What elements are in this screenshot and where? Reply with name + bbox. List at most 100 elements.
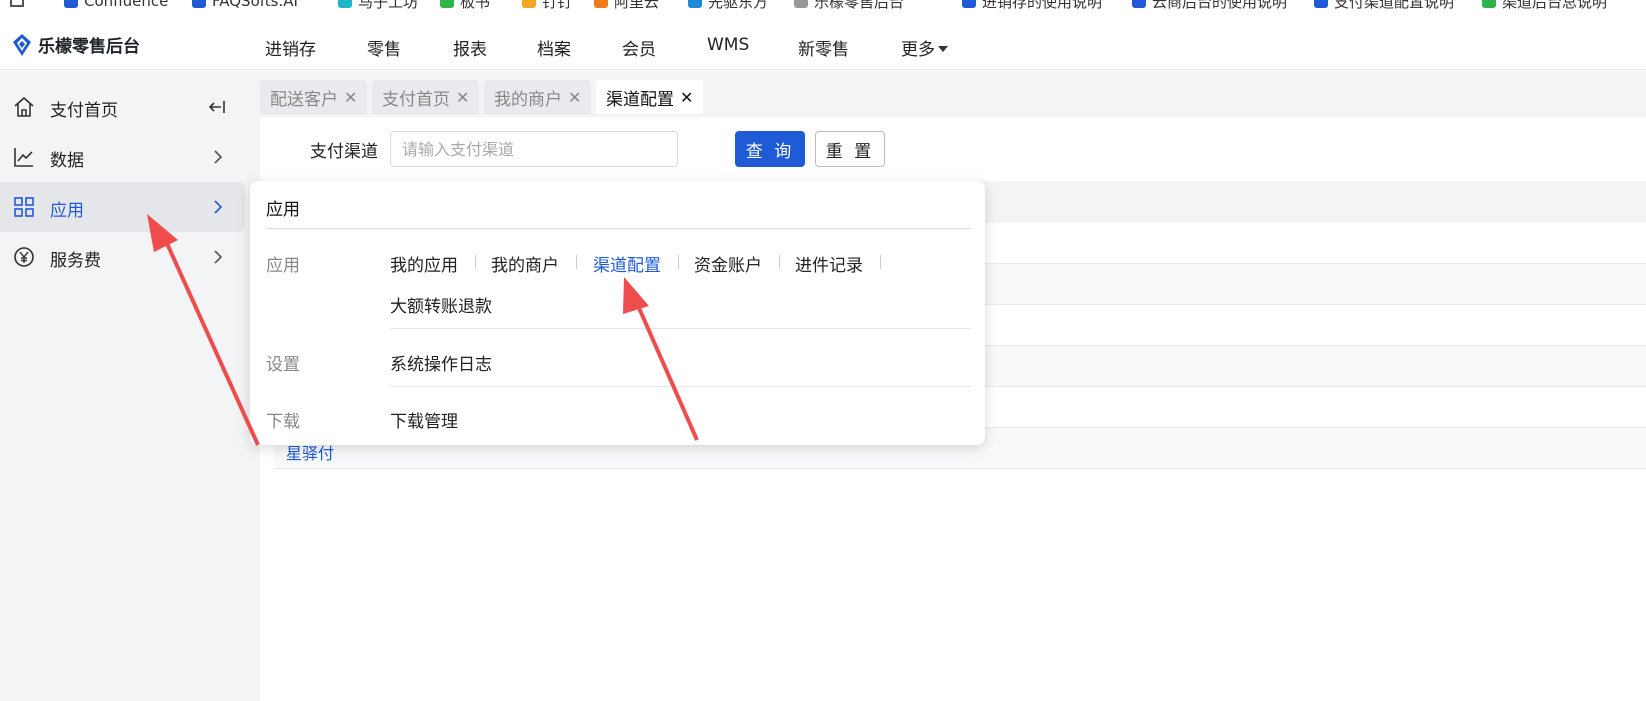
nav-item-members[interactable]: 会员 [622, 35, 656, 60]
nav-item-wms[interactable]: WMS [707, 35, 749, 55]
bookmark-label: 支付渠道配置说明 [1334, 0, 1455, 11]
bookmark-label: 进销存的使用说明 [982, 0, 1103, 11]
search-button[interactable]: 查 询 [735, 131, 805, 167]
caret-down-icon [938, 46, 948, 52]
flyout-divider [266, 228, 971, 229]
bookmark-label: 阿里云 [614, 0, 660, 11]
nav-item-retail[interactable]: 零售 [367, 35, 401, 60]
nav-item-more[interactable]: 更多 [901, 35, 948, 60]
bookmark-favicon-icon [794, 0, 808, 8]
menu-item-onboarding-records[interactable]: 进件记录 [795, 251, 863, 276]
bookmark-favicon-icon [688, 0, 702, 8]
bookmark-item[interactable]: 进销存的使用说明 [962, 0, 1102, 11]
bookmark-label: 乐檬零售后台 [814, 0, 905, 11]
bookmark-label: 先驱东方 [708, 0, 769, 11]
sidebar: 支付首页 数据 应用 服务费 [0, 71, 260, 701]
apps-flyout-menu: 应用 应用 我的应用 我的商户 渠道配置 资金账户 进件记录 大额转账退款 设置… [250, 181, 985, 445]
menu-item-download-manager[interactable]: 下载管理 [390, 407, 458, 432]
nav-item-new-retail[interactable]: 新零售 [798, 35, 849, 60]
close-icon[interactable]: ✕ [680, 88, 693, 107]
logo-icon [13, 33, 31, 56]
tab-label: 配送客户 [270, 89, 338, 110]
home-icon [14, 96, 34, 117]
bookmark-item[interactable]: 先驱东方 [688, 0, 768, 11]
flyout-section-download: 下载 [266, 412, 300, 432]
apps-grid-icon[interactable] [10, 0, 24, 7]
bookmark-favicon-icon [64, 0, 78, 8]
sidebar-item-data[interactable]: 数据 [0, 132, 245, 182]
close-icon[interactable]: ✕ [568, 88, 581, 107]
bookmark-item[interactable]: 阿里云 [594, 0, 659, 11]
menu-item-fund-accounts[interactable]: 资金账户 [694, 251, 762, 276]
bookmark-label: 钉钉 [542, 0, 573, 11]
flyout-title: 应用 [266, 200, 300, 220]
sidebar-item-label: 应用 [50, 201, 84, 221]
logo-text: 乐檬零售后台 [38, 37, 140, 57]
menu-item-system-log[interactable]: 系统操作日志 [390, 350, 492, 375]
flyout-section-divider [390, 328, 971, 329]
tab-my-merchants[interactable]: 我的商户 ✕ [484, 80, 592, 114]
chevron-right-icon [214, 200, 223, 214]
payment-channel-input[interactable] [390, 131, 678, 167]
reset-button[interactable]: 重 置 [815, 131, 885, 167]
menu-separator [576, 255, 577, 269]
bookmark-label: 云商后台的使用说明 [1152, 0, 1288, 11]
tab-pay-home[interactable]: 支付首页 ✕ [372, 80, 480, 114]
bookmark-label: 渠道后台总说明 [1502, 0, 1608, 11]
bookmark-label: FAQSofts.AI [212, 0, 298, 10]
tab-label: 我的商户 [494, 89, 562, 110]
chevron-right-icon [214, 150, 223, 164]
bookmark-label: 马子工坊 [358, 0, 419, 11]
tab-label: 渠道配置 [606, 89, 674, 110]
bookmark-favicon-icon [594, 0, 608, 8]
bookmark-item[interactable]: 云商后台的使用说明 [1132, 0, 1287, 11]
menu-item-channel-config[interactable]: 渠道配置 [593, 251, 661, 276]
yen-icon [14, 247, 34, 267]
bookmark-item[interactable]: FAQSofts.AI [192, 0, 298, 11]
close-icon[interactable]: ✕ [344, 88, 357, 107]
bookmark-item[interactable]: 板书 [440, 0, 490, 11]
top-navigation: 乐檬零售后台 进销存 零售 报表 档案 会员 WMS 新零售 更多 [0, 20, 1646, 70]
bookmark-item[interactable]: 乐檬零售后台 [794, 0, 904, 11]
tab-channel-config[interactable]: 渠道配置 ✕ [596, 80, 704, 114]
bookmark-item[interactable]: 钉钉 [522, 0, 572, 11]
bookmark-favicon-icon [1314, 0, 1328, 8]
bookmark-item[interactable]: 渠道后台总说明 [1482, 0, 1607, 11]
chart-line-icon [14, 148, 33, 167]
chevron-right-icon [214, 250, 223, 264]
bookmark-favicon-icon [192, 0, 206, 8]
bookmark-favicon-icon [962, 0, 976, 8]
sidebar-item-label: 服务费 [50, 251, 101, 271]
bookmark-label: 板书 [460, 0, 491, 11]
app-logo[interactable]: 乐檬零售后台 [12, 32, 140, 57]
bookmarks-bar: Confluence FAQSofts.AI 马子工坊 板书 钉钉 阿里云 先驱… [0, 0, 1646, 20]
bookmark-item[interactable]: Confluence [64, 0, 168, 11]
nav-item-archives[interactable]: 档案 [537, 35, 571, 60]
sidebar-item-pay-home[interactable]: 支付首页 [0, 82, 245, 132]
filter-label: 支付渠道 [310, 142, 378, 162]
collapse-left-icon[interactable] [208, 98, 226, 116]
menu-item-my-merchants[interactable]: 我的商户 [491, 251, 559, 276]
menu-item-large-transfer-refund[interactable]: 大额转账退款 [390, 292, 492, 317]
nav-more-label: 更多 [901, 40, 935, 60]
flyout-section-apps: 应用 [266, 256, 300, 276]
bookmark-favicon-icon [440, 0, 454, 8]
sidebar-item-apps[interactable]: 应用 [0, 182, 245, 232]
bookmark-favicon-icon [522, 0, 536, 8]
sidebar-item-service-fee[interactable]: 服务费 [0, 232, 245, 282]
bookmark-favicon-icon [1482, 0, 1496, 8]
menu-separator [475, 255, 476, 269]
sidebar-item-label: 数据 [50, 151, 84, 171]
menu-item-my-apps[interactable]: 我的应用 [390, 251, 458, 276]
flyout-section-divider [390, 386, 971, 387]
bookmark-label: Confluence [84, 0, 169, 10]
nav-item-inventory[interactable]: 进销存 [265, 35, 316, 60]
bookmark-item[interactable]: 支付渠道配置说明 [1314, 0, 1454, 11]
tab-bar: 配送客户 ✕ 支付首页 ✕ 我的商户 ✕ 渠道配置 ✕ [260, 71, 1646, 117]
bookmark-item[interactable]: 马子工坊 [338, 0, 418, 11]
tab-label: 支付首页 [382, 89, 450, 110]
tab-delivery-customers[interactable]: 配送客户 ✕ [260, 80, 368, 114]
flyout-section-settings: 设置 [266, 355, 300, 375]
nav-item-reports[interactable]: 报表 [453, 35, 487, 60]
close-icon[interactable]: ✕ [456, 88, 469, 107]
